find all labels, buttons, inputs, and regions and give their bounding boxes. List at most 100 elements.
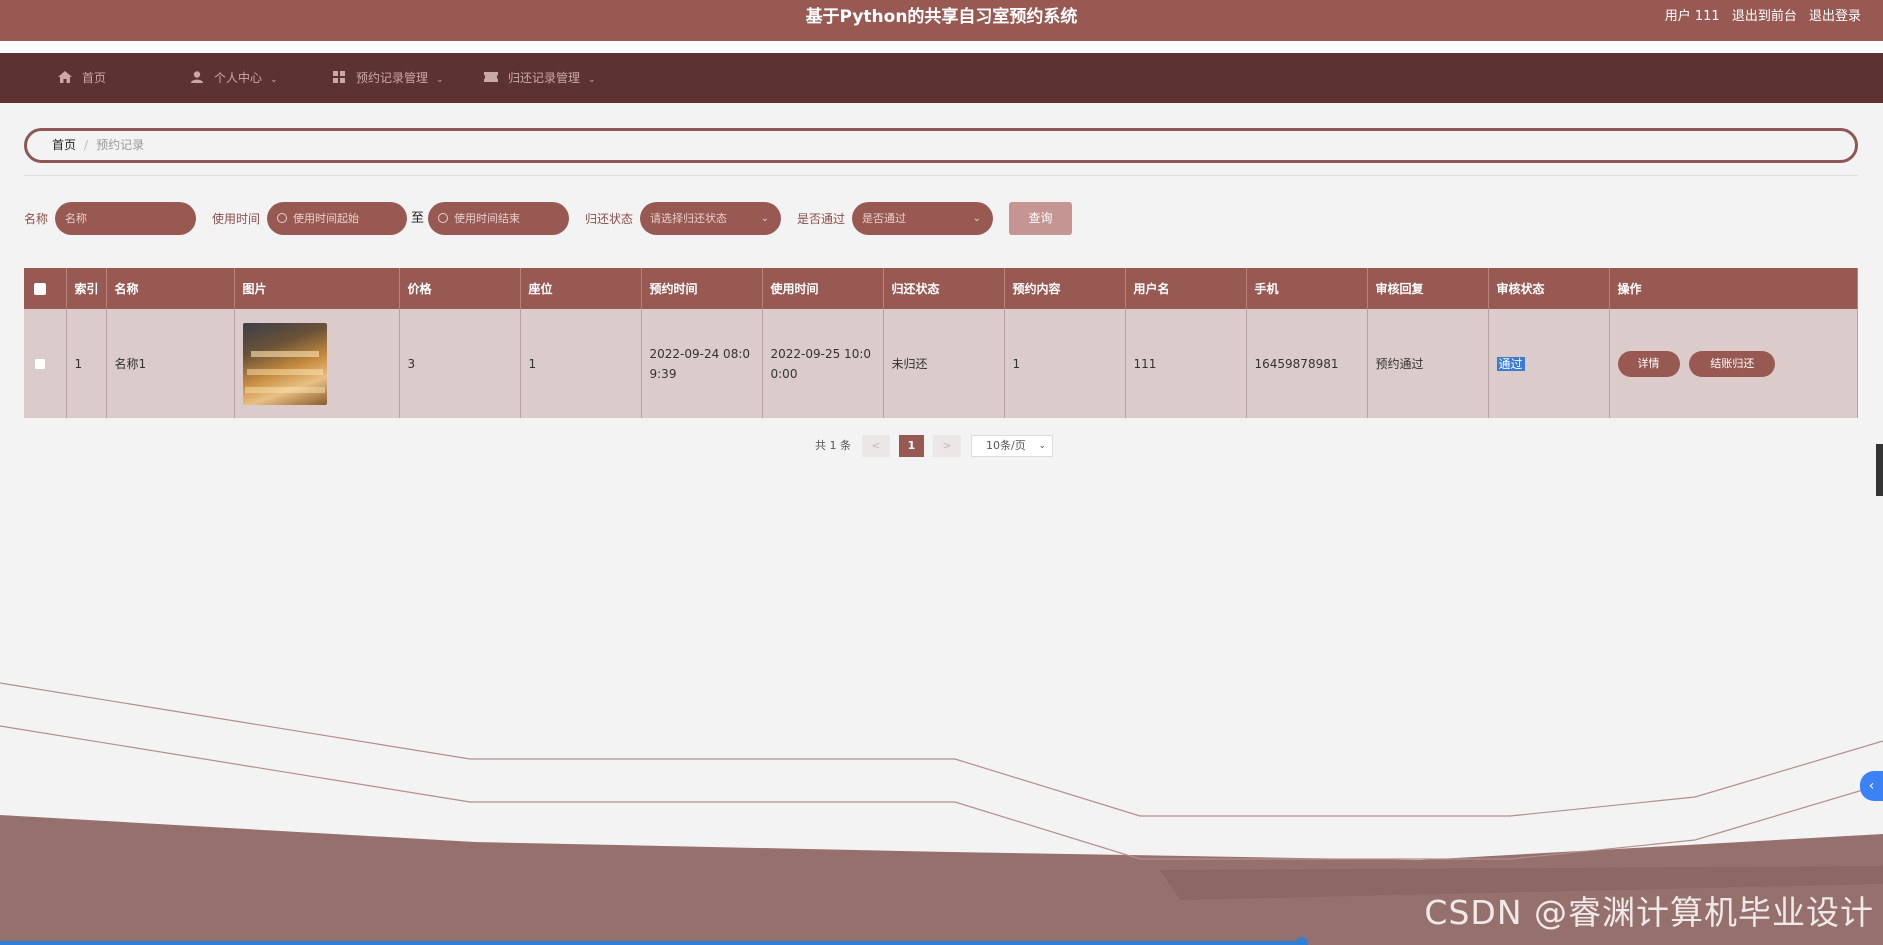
nav-label-home: 首页 [82, 71, 107, 85]
grid-icon [333, 71, 345, 83]
app-title: 基于Python的共享自习室预约系统 [805, 7, 1078, 27]
row-checkbox-cell[interactable] [24, 309, 67, 418]
pagination-total: 共 1 条 [815, 439, 851, 452]
pass-filter-label: 是否通过 [797, 212, 846, 226]
logout-link[interactable]: 退出登录 [1809, 9, 1861, 24]
back-to-front-link[interactable]: 退出到前台 [1732, 9, 1797, 24]
return-status-label: 归还状态 [585, 212, 634, 226]
time-start-input[interactable]: 使用时间起始 [267, 202, 407, 235]
name-input-placeholder: 名称 [65, 212, 87, 225]
header-strip [0, 41, 1883, 53]
nav-item-home[interactable]: 首页 [58, 53, 106, 103]
study-room-thumbnail[interactable] [242, 322, 327, 405]
nav-item-reservation-records[interactable]: 预约记录管理 ⌄ [332, 53, 444, 105]
home-icon [58, 71, 72, 83]
user-label: 用户 111 [1664, 9, 1720, 24]
nav-label-personal-center: 个人中心 [214, 71, 263, 85]
name-filter-label: 名称 [24, 212, 49, 226]
time-filter-label: 使用时间 [212, 212, 261, 226]
breadcrumb: 首页 / 预约记录 [24, 128, 1858, 163]
select-all-checkbox-cell[interactable] [24, 268, 67, 309]
return-status-placeholder: 请选择归还状态 [650, 212, 727, 225]
prev-page-button[interactable]: < [862, 435, 890, 457]
chevron-down-icon: ⌄ [760, 213, 769, 224]
next-page-button[interactable]: > [933, 435, 961, 457]
cell-return-status: 未归还 [883, 309, 1005, 418]
cell-price: 3 [399, 309, 521, 418]
column-header: 审核状态 [1488, 268, 1610, 309]
table-row: 1 名称1 3 1 2022-09-24 08:09:39 2022-09-25… [24, 309, 1858, 418]
clock-icon [438, 213, 448, 223]
top-header: 基于Python的共享自习室预约系统 用户 111 退出到前台 退出登录 [0, 0, 1883, 53]
nav-item-return-records[interactable]: 归还记录管理 ⌄ [484, 53, 596, 105]
column-header: 归还状态 [883, 268, 1005, 309]
detail-button[interactable]: 详情 [1617, 350, 1680, 377]
main-nav: 首页 个人中心 ⌄ 预约记录管理 ⌄ 归还记录管理 ⌄ [0, 53, 1883, 103]
column-header: 索引 [66, 268, 107, 309]
nav-label-return-records: 归还记录管理 [508, 71, 581, 85]
time-end-input[interactable]: 使用时间结束 [428, 202, 569, 235]
ticket-icon [484, 72, 498, 82]
cell-seat: 1 [520, 309, 642, 418]
cell-review-status: 通过 [1488, 309, 1610, 418]
breadcrumb-current: 预约记录 [96, 138, 145, 152]
current-page-button[interactable]: 1 [899, 435, 924, 457]
column-header: 价格 [399, 268, 521, 309]
return-status-select[interactable]: 请选择归还状态 ⌄ [640, 202, 781, 235]
chevron-down-icon: ⌄ [436, 75, 444, 85]
cell-index: 1 [66, 309, 107, 418]
watermark: CSDN @睿渊计算机毕业设计 [1424, 893, 1874, 932]
time-start-placeholder: 使用时间起始 [293, 212, 359, 225]
column-header: 名称 [106, 268, 235, 309]
reservation-table: 索引 名称 图片 价格 座位 预约时间 使用时间 归还状态 预约内容 用户名 手… [24, 268, 1858, 418]
breadcrumb-separator: / [84, 138, 89, 152]
chevron-down-icon: ⌄ [270, 75, 278, 85]
column-header: 手机 [1246, 268, 1368, 309]
to-label: 至 [411, 211, 425, 226]
name-input[interactable]: 名称 [55, 202, 196, 235]
side-collapse-tab[interactable]: ‹ [1860, 771, 1883, 801]
user-icon [191, 71, 203, 83]
column-header: 图片 [234, 268, 400, 309]
cell-reserve-time: 2022-09-24 08:09:39 [641, 309, 763, 418]
query-button[interactable]: 查询 [1009, 202, 1072, 235]
cell-username: 111 [1125, 309, 1247, 418]
horizontal-scrollbar[interactable] [0, 941, 1305, 945]
row-checkbox[interactable] [34, 358, 46, 370]
chevron-left-icon: ‹ [1868, 778, 1875, 794]
settle-return-button[interactable]: 结账归还 [1689, 350, 1776, 377]
column-header: 审核回复 [1367, 268, 1489, 309]
column-header: 预约时间 [641, 268, 763, 309]
column-header: 操作 [1609, 268, 1858, 309]
pass-select[interactable]: 是否通过 ⌄ [852, 202, 993, 235]
cell-actions: 详情 结账归还 [1609, 309, 1858, 418]
cell-review-reply: 预约通过 [1367, 309, 1489, 418]
column-header: 座位 [520, 268, 642, 309]
review-status-text: 通过 [1496, 356, 1525, 371]
nav-item-personal-center[interactable]: 个人中心 ⌄ [190, 53, 278, 105]
breadcrumb-home[interactable]: 首页 [52, 138, 76, 152]
select-all-checkbox[interactable] [34, 283, 46, 295]
cell-phone: 16459878981 [1246, 309, 1368, 418]
page-size-label: 10条/页 [986, 439, 1026, 452]
divider [24, 175, 1858, 176]
cell-name: 名称1 [106, 309, 235, 418]
column-header: 预约内容 [1004, 268, 1126, 309]
cell-use-time: 2022-09-25 10:00:00 [762, 309, 884, 418]
cell-image [234, 309, 400, 418]
horizontal-scroll-handle[interactable] [1296, 937, 1308, 945]
column-header: 用户名 [1125, 268, 1247, 309]
user-menu: 用户 111 退出到前台 退出登录 [1657, 0, 1861, 34]
chevron-down-icon: ⌄ [972, 213, 981, 224]
clock-icon [277, 213, 287, 223]
time-end-placeholder: 使用时间结束 [454, 212, 520, 225]
vertical-scroll-marker[interactable] [1876, 444, 1883, 496]
chevron-down-icon: ⌄ [588, 75, 596, 85]
pass-placeholder: 是否通过 [862, 212, 906, 225]
page-size-select[interactable]: 10条/页 ⌄ [971, 435, 1053, 457]
table-header-row: 索引 名称 图片 价格 座位 预约时间 使用时间 归还状态 预约内容 用户名 手… [24, 268, 1858, 309]
cell-content: 1 [1004, 309, 1126, 418]
nav-label-reservation-records: 预约记录管理 [356, 71, 429, 85]
column-header: 使用时间 [762, 268, 884, 309]
chevron-down-icon: ⌄ [1038, 441, 1046, 451]
